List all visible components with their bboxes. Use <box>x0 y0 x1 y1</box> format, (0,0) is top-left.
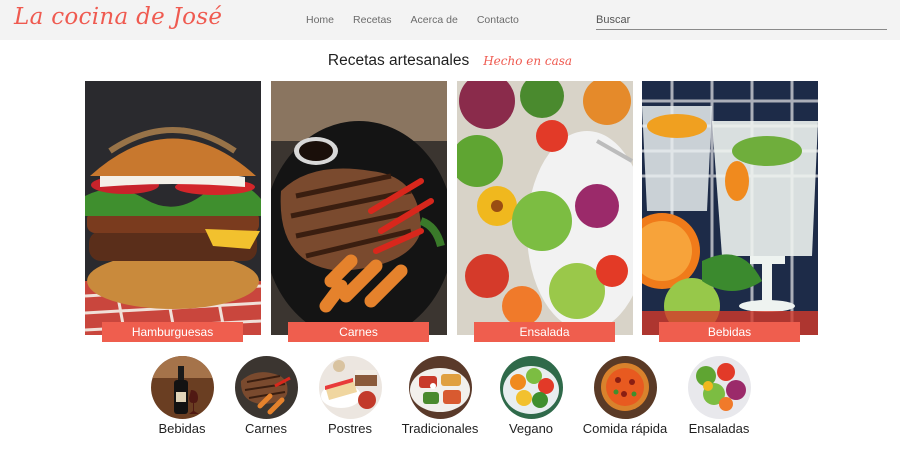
cake-icon <box>318 356 382 419</box>
card-label-bebidas[interactable]: Bebidas <box>659 322 800 342</box>
category-label: Tradicionales <box>401 421 479 436</box>
category-image <box>150 356 214 419</box>
category-tradicionales[interactable]: Tradicionales <box>395 356 485 436</box>
category-image <box>499 356 563 419</box>
section-heading: Recetas artesanales Hecho en casa <box>0 52 900 70</box>
card-label-carnes[interactable]: Carnes <box>288 322 429 342</box>
category-image <box>408 356 472 419</box>
category-image <box>234 356 298 419</box>
wine-bottle-icon <box>150 356 214 419</box>
category-label: Ensaladas <box>688 421 750 436</box>
burger-photo <box>85 81 261 335</box>
category-carnes[interactable]: Carnes <box>221 356 311 436</box>
card-carnes[interactable] <box>271 81 447 335</box>
main-nav: Home Recetas Acerca de Contacto <box>306 14 538 26</box>
drinks-photo <box>642 81 818 335</box>
category-ensaladas[interactable]: Ensaladas <box>674 356 764 436</box>
category-image <box>687 356 751 419</box>
category-postres[interactable]: Postres <box>305 356 395 436</box>
card-bebidas[interactable] <box>642 81 818 335</box>
pizza-icon <box>593 356 657 419</box>
category-label: Carnes <box>245 421 287 436</box>
nav-acerca[interactable]: Acerca de <box>411 14 458 26</box>
category-label: Vegano <box>508 421 554 436</box>
card-hamburguesas[interactable] <box>85 81 261 335</box>
category-label: Comida rápida <box>582 421 668 436</box>
tagline: Hecho en casa <box>483 54 573 68</box>
nav-contacto[interactable]: Contacto <box>477 14 519 26</box>
category-comida-rapida[interactable]: Comida rápida <box>580 356 670 436</box>
category-image <box>318 356 382 419</box>
card-ensalada[interactable] <box>457 81 633 335</box>
site-header: La cocina de José Home Recetas Acerca de… <box>0 0 900 40</box>
category-image <box>593 356 657 419</box>
salad-icon <box>687 356 751 419</box>
category-vegano[interactable]: Vegano <box>486 356 576 436</box>
category-label: Postres <box>327 421 373 436</box>
steak-photo <box>271 81 447 335</box>
traditional-dish-icon <box>408 356 472 419</box>
vegan-bowl-icon <box>499 356 563 419</box>
nav-recetas[interactable]: Recetas <box>353 14 392 26</box>
page-title: Recetas artesanales <box>327 52 470 69</box>
salad-photo <box>457 81 633 335</box>
card-label-hamburguesas[interactable]: Hamburguesas <box>102 322 243 342</box>
category-label: Bebidas <box>158 421 206 436</box>
category-bebidas[interactable]: Bebidas <box>137 356 227 436</box>
steak-icon <box>234 356 298 419</box>
site-logo[interactable]: La cocina de José <box>14 4 222 30</box>
nav-home[interactable]: Home <box>306 14 334 26</box>
search-input[interactable] <box>596 11 887 30</box>
card-label-ensalada[interactable]: Ensalada <box>474 322 615 342</box>
